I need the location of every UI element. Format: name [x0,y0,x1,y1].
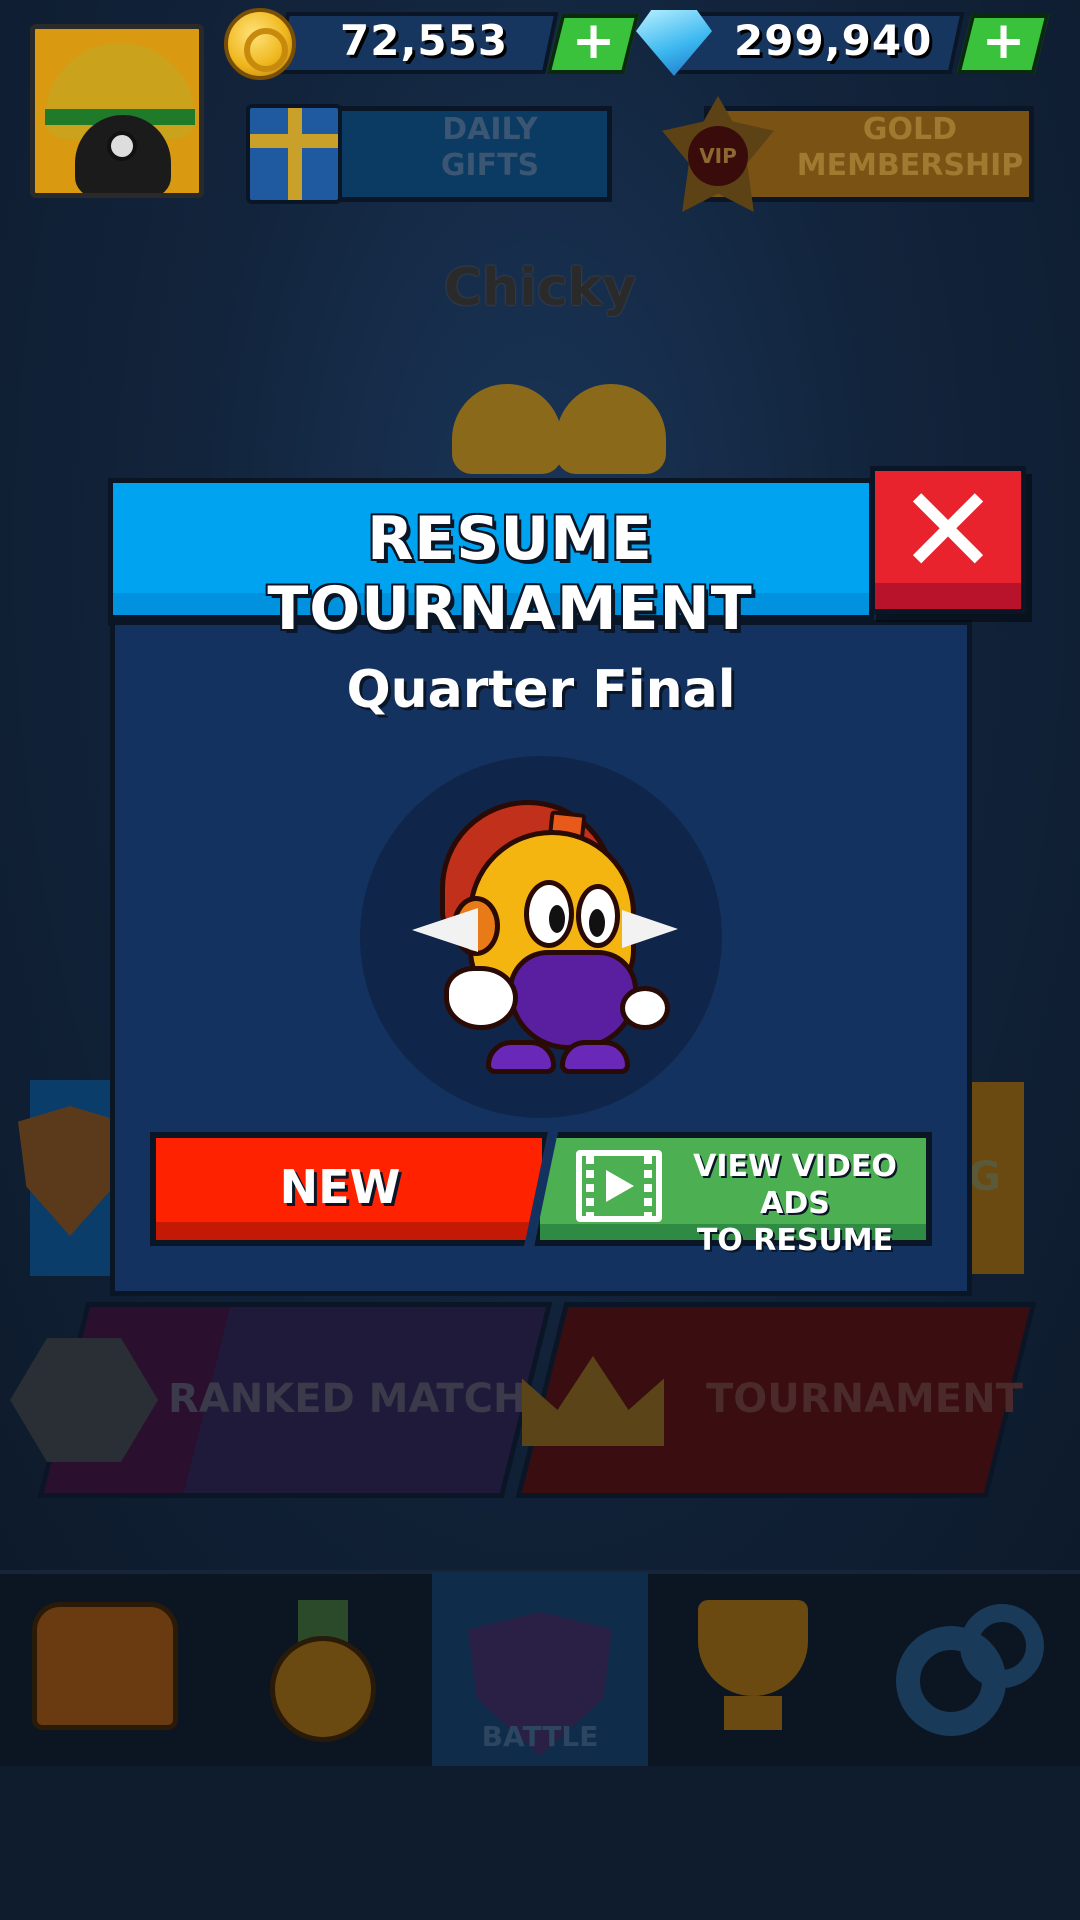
play-icon [606,1170,634,1202]
close-icon[interactable]: ✕ [870,462,1026,602]
view-video-ads-label: VIEW VIDEO ADS TO RESUME [664,1148,926,1259]
character-pupil-left [549,905,565,933]
coin-icon [224,8,296,80]
gem-count: 299,940 [734,16,933,65]
character-glove-left [444,966,518,1030]
add-gems-button[interactable]: + [956,11,1050,74]
vip-badge-text: VIP [688,126,748,186]
tournament-label: TOURNAMENT [706,1376,1023,1422]
character-glove-right [620,986,670,1030]
gold-membership-label: GOLD MEMBERSHIP [790,112,1030,184]
daily-gifts-label: DAILY GIFTS [400,112,580,184]
new-tournament-label: NEW [279,1160,401,1214]
trophy-base [724,1696,782,1730]
view-video-ads-label-line1: VIEW VIDEO ADS [693,1149,897,1221]
character-eye-left [524,880,574,948]
chest-icon[interactable] [32,1602,178,1730]
player-avatar[interactable] [30,24,204,198]
character-pupil-right [589,909,605,937]
gold-membership-label-line1: GOLD [862,112,958,147]
character-name: Chicky [443,258,637,318]
gold-membership-label-line2: MEMBERSHIP [796,148,1024,183]
tournament-round-label: Quarter Final [346,660,736,720]
gear-small-icon [960,1604,1044,1688]
modal-title: RESUME TOURNAMENT [267,504,753,644]
medal-icon[interactable] [270,1636,376,1742]
plus-icon: + [571,11,616,71]
daily-gifts-label-line2: GIFTS [440,148,540,183]
character-foot-right [560,1040,630,1074]
ranked-match-label: RANKED MATCH [168,1376,527,1422]
coin-count: 72,553 [340,16,509,65]
side-card-right-label: G [968,1154,1001,1200]
daily-gifts-label-line1: DAILY [442,112,538,147]
gift-icon [246,104,342,204]
view-video-ads-label-line2: TO RESUME [696,1223,894,1258]
avatar-eye [107,131,137,161]
character-foot-left [486,1040,556,1074]
plus-icon: + [981,11,1026,71]
character-eye-right [576,884,620,948]
add-coins-button[interactable]: + [546,11,640,74]
tab-battle-label: BATTLE [481,1720,599,1753]
